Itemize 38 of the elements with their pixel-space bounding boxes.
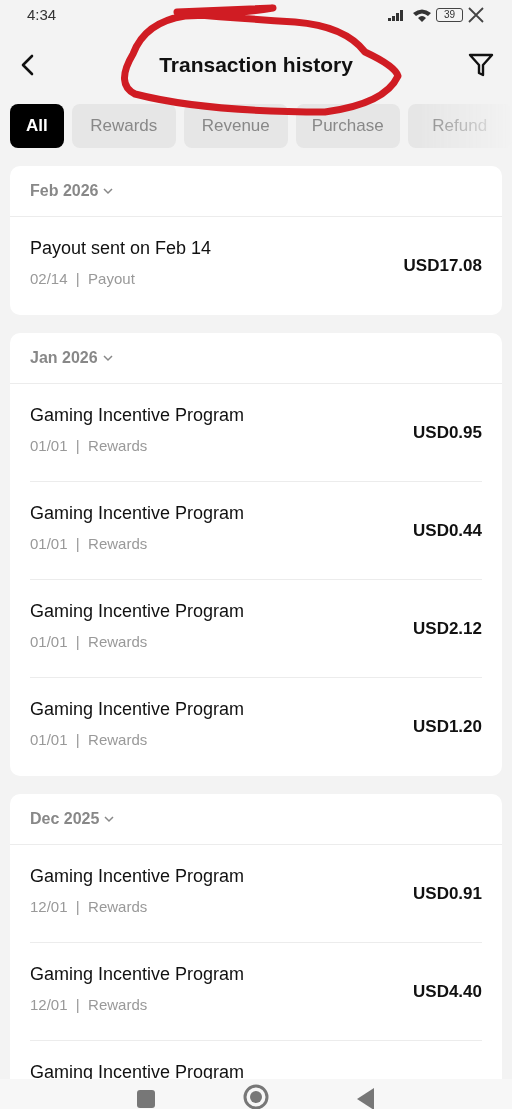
transaction-title: Gaming Incentive Program <box>30 502 245 525</box>
transaction-title: Gaming Incentive Program <box>30 963 245 986</box>
transaction-amount: USD0.91 <box>413 882 482 905</box>
chevron-down-icon[interactable] <box>104 815 115 823</box>
transaction-amount: USD0.95 <box>413 421 482 444</box>
status-time: 4:34 <box>27 4 57 25</box>
transaction-meta: 01/01 | Rewards <box>30 730 149 750</box>
battery-icon: 39 <box>436 8 463 22</box>
filter-tab[interactable]: All <box>10 104 64 148</box>
page-title: Transaction history <box>159 52 353 79</box>
wifi-icon <box>412 8 432 22</box>
transaction-title: Gaming Incentive Program <box>30 1061 245 1084</box>
chevron-down-icon[interactable] <box>103 187 114 195</box>
transaction-meta: 02/14 | Payout <box>30 269 136 289</box>
month-label[interactable]: Jan 2026 <box>30 346 98 370</box>
transaction-meta: 12/01 | Rewards <box>30 897 149 917</box>
transaction-meta: 01/01 | Rewards <box>30 436 149 456</box>
transaction-amount: USD17.08 <box>403 255 482 278</box>
transaction-title: Gaming Incentive Program <box>30 865 245 888</box>
close-icon[interactable] <box>467 6 485 24</box>
transaction-title: Gaming Incentive Program <box>30 404 245 427</box>
transaction-meta: 12/01 | Rewards <box>30 995 149 1015</box>
transaction-amount: USD0.44 <box>413 519 482 542</box>
chevron-down-icon[interactable] <box>102 354 113 362</box>
transaction-title: Gaming Incentive Program <box>30 698 245 721</box>
back-nav-icon[interactable] <box>357 1088 375 1109</box>
transaction-amount: USD1.20 <box>413 716 482 739</box>
filter-tab[interactable]: Rewards <box>71 104 176 148</box>
transaction-amount: USD4.40 <box>413 980 482 1003</box>
transaction-title: Gaming Incentive Program <box>30 600 245 623</box>
transaction-amount: USD2.12 <box>413 617 482 640</box>
transaction-title: Payout sent on Feb 14 <box>30 237 212 260</box>
month-label[interactable]: Dec 2025 <box>30 807 100 831</box>
home-icon[interactable] <box>243 1084 269 1109</box>
transaction-meta: 01/01 | Rewards <box>30 632 149 652</box>
filter-icon[interactable] <box>468 52 494 78</box>
month-label[interactable]: Feb 2026 <box>30 179 99 203</box>
transaction-meta: 01/01 | Rewards <box>30 534 149 554</box>
